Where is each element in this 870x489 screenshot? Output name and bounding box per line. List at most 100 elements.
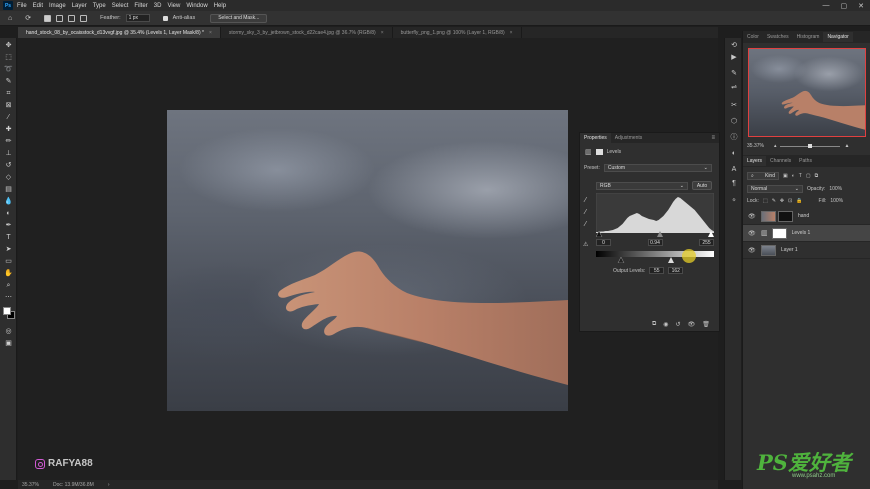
tab-paths[interactable]: Paths xyxy=(795,156,816,166)
menu-image[interactable]: Image xyxy=(49,3,66,9)
status-zoom[interactable]: 35.37% xyxy=(22,482,39,488)
add-selection-icon[interactable] xyxy=(56,14,64,22)
brush-settings-icon[interactable]: ✎ xyxy=(730,70,738,78)
visibility-eye-icon[interactable]: 👁 xyxy=(748,247,757,254)
crop-tool-icon[interactable]: ⌗ xyxy=(4,89,13,97)
foreground-color-swatch[interactable] xyxy=(3,307,11,315)
pen-tool-icon[interactable]: ✒ xyxy=(4,221,13,229)
history-icon[interactable]: ⟲ xyxy=(730,42,738,50)
photoshop-logo[interactable]: Ps xyxy=(3,1,13,10)
tab-histogram[interactable]: Histogram xyxy=(793,32,824,42)
clip-to-layer-icon[interactable]: ⧉ xyxy=(652,321,656,328)
navigator-zoom[interactable]: 35.37% xyxy=(747,143,764,149)
lasso-preset-icon[interactable]: ⟳ xyxy=(25,14,31,22)
intersect-selection-icon[interactable] xyxy=(80,14,88,22)
filter-type-icon[interactable]: T xyxy=(799,173,802,179)
layer-name[interactable]: Layer 1 xyxy=(781,247,798,253)
filter-smart-icon[interactable]: ⧉ xyxy=(815,173,819,179)
character-icon[interactable]: A xyxy=(730,166,738,174)
output-sliders[interactable] xyxy=(596,257,714,263)
info-icon[interactable]: ⓘ xyxy=(730,134,738,142)
view-previous-icon[interactable]: ◉ xyxy=(663,321,668,328)
close-tab-icon[interactable]: × xyxy=(209,30,212,36)
filter-adjust-icon[interactable]: ◐ xyxy=(792,173,795,179)
auto-button[interactable]: Auto xyxy=(692,181,712,190)
document-canvas[interactable] xyxy=(167,110,568,411)
close-tab-icon[interactable]: × xyxy=(510,30,513,36)
tab-layers[interactable]: Layers xyxy=(743,156,767,166)
visibility-icon[interactable]: 👁 xyxy=(688,321,696,328)
menu-filter[interactable]: Filter xyxy=(134,3,147,9)
clipping-warning-icon[interactable]: ⚠ xyxy=(583,242,590,249)
eraser-tool-icon[interactable]: ◇ xyxy=(4,173,13,181)
layer-name[interactable]: hand xyxy=(798,213,809,219)
new-selection-icon[interactable] xyxy=(44,14,52,22)
output-white-slider[interactable] xyxy=(668,257,674,263)
tools-icon[interactable]: ✂ xyxy=(730,102,738,110)
tab-color[interactable]: Color xyxy=(743,32,763,42)
lasso-tool-icon[interactable]: ➰ xyxy=(4,65,13,73)
menu-type[interactable]: Type xyxy=(93,3,106,9)
screen-mode-icon[interactable]: ▣ xyxy=(4,339,13,347)
more-tools-icon[interactable]: ⋯ xyxy=(4,293,13,301)
zoom-in-icon[interactable]: ▲ xyxy=(844,143,849,149)
tab-channels[interactable]: Channels xyxy=(766,156,795,166)
hand-tool-icon[interactable]: ✋ xyxy=(4,269,13,277)
color-wheel-icon[interactable]: ◐ xyxy=(730,150,738,158)
close-icon[interactable]: ✕ xyxy=(858,2,864,10)
clone-stamp-icon[interactable]: ⊥ xyxy=(4,149,13,157)
blend-mode-dropdown[interactable]: Normal ⌄ xyxy=(747,185,803,193)
layer-mask-thumbnail[interactable] xyxy=(778,210,793,222)
gray-eyedropper-icon[interactable]: ⁄ xyxy=(585,209,592,216)
gradient-tool-icon[interactable]: ▤ xyxy=(4,185,13,193)
lock-pixels-icon[interactable]: ⬚ xyxy=(763,198,768,204)
visibility-eye-icon[interactable]: 👁 xyxy=(748,213,757,220)
delete-icon[interactable]: 🗑 xyxy=(702,321,710,328)
cube-icon[interactable]: ⬡ xyxy=(730,118,738,126)
layer-row-levels[interactable]: 👁 ▥ Levels 1 xyxy=(743,225,870,242)
channel-dropdown[interactable]: RGB ⌄ xyxy=(596,181,688,190)
minimize-icon[interactable]: — xyxy=(823,2,830,10)
input-mid-field[interactable]: 0.94 xyxy=(647,239,663,246)
output-black-field[interactable]: 55 xyxy=(649,267,665,274)
lock-artboard-icon[interactable]: ⊡ xyxy=(788,198,792,204)
feather-input[interactable]: 1 px xyxy=(125,14,150,22)
subtract-selection-icon[interactable] xyxy=(68,14,76,22)
filter-shape-icon[interactable]: ▢ xyxy=(806,173,811,179)
path-select-icon[interactable]: ➤ xyxy=(4,245,13,253)
tab-adjustments[interactable]: Adjustments xyxy=(611,133,647,143)
eyedropper-tool-icon[interactable]: ⁄ xyxy=(4,113,13,121)
quick-mask-icon[interactable]: ◎ xyxy=(4,327,13,335)
home-icon[interactable]: ⌂ xyxy=(8,15,12,22)
marquee-tool-icon[interactable]: ⬚ xyxy=(4,53,13,61)
zoom-slider-handle[interactable] xyxy=(808,143,813,148)
tab-swatches[interactable]: Swatches xyxy=(763,32,793,42)
zoom-out-icon[interactable]: ▴ xyxy=(774,143,777,149)
black-eyedropper-icon[interactable]: ⁄ xyxy=(585,197,592,204)
menu-layer[interactable]: Layer xyxy=(72,3,87,9)
input-sliders[interactable] xyxy=(596,231,714,237)
panel-menu-icon[interactable]: ≡ xyxy=(711,135,715,141)
layer-row-hand[interactable]: 👁 hand xyxy=(743,208,870,225)
healing-brush-icon[interactable]: ✚ xyxy=(4,125,13,133)
dodge-tool-icon[interactable]: ◐ xyxy=(4,209,13,217)
tab-navigator[interactable]: Navigator xyxy=(823,32,853,42)
type-tool-icon[interactable]: T xyxy=(4,233,13,241)
menu-3d[interactable]: 3D xyxy=(154,3,162,9)
opacity-value[interactable]: 100% xyxy=(829,186,842,192)
zoom-tool-icon[interactable]: ⌕ xyxy=(4,281,13,289)
visibility-eye-icon[interactable]: 👁 xyxy=(748,230,757,237)
lock-position-icon[interactable]: ✥ xyxy=(780,198,784,204)
output-black-slider[interactable] xyxy=(617,257,625,263)
input-white-field[interactable]: 255 xyxy=(699,239,714,246)
shape-tool-icon[interactable]: ▭ xyxy=(4,257,13,265)
lock-all-icon[interactable]: 🔒 xyxy=(796,198,802,204)
preset-dropdown[interactable]: Custom ⌄ xyxy=(603,164,712,172)
tab-butterfly[interactable]: butterfly_png_1.png @ 100% (Layer 1, RGB… xyxy=(393,27,522,38)
paragraph-icon[interactable]: ¶ xyxy=(730,180,738,188)
status-doc-size[interactable]: Doc: 13.9M/36.8M xyxy=(53,482,94,488)
select-and-mask-button[interactable]: Select and Mask... xyxy=(210,13,268,23)
history-brush-icon[interactable]: ↺ xyxy=(4,161,13,169)
lock-paint-icon[interactable]: ✎ xyxy=(772,198,776,204)
quick-select-tool-icon[interactable]: ✎ xyxy=(4,77,13,85)
